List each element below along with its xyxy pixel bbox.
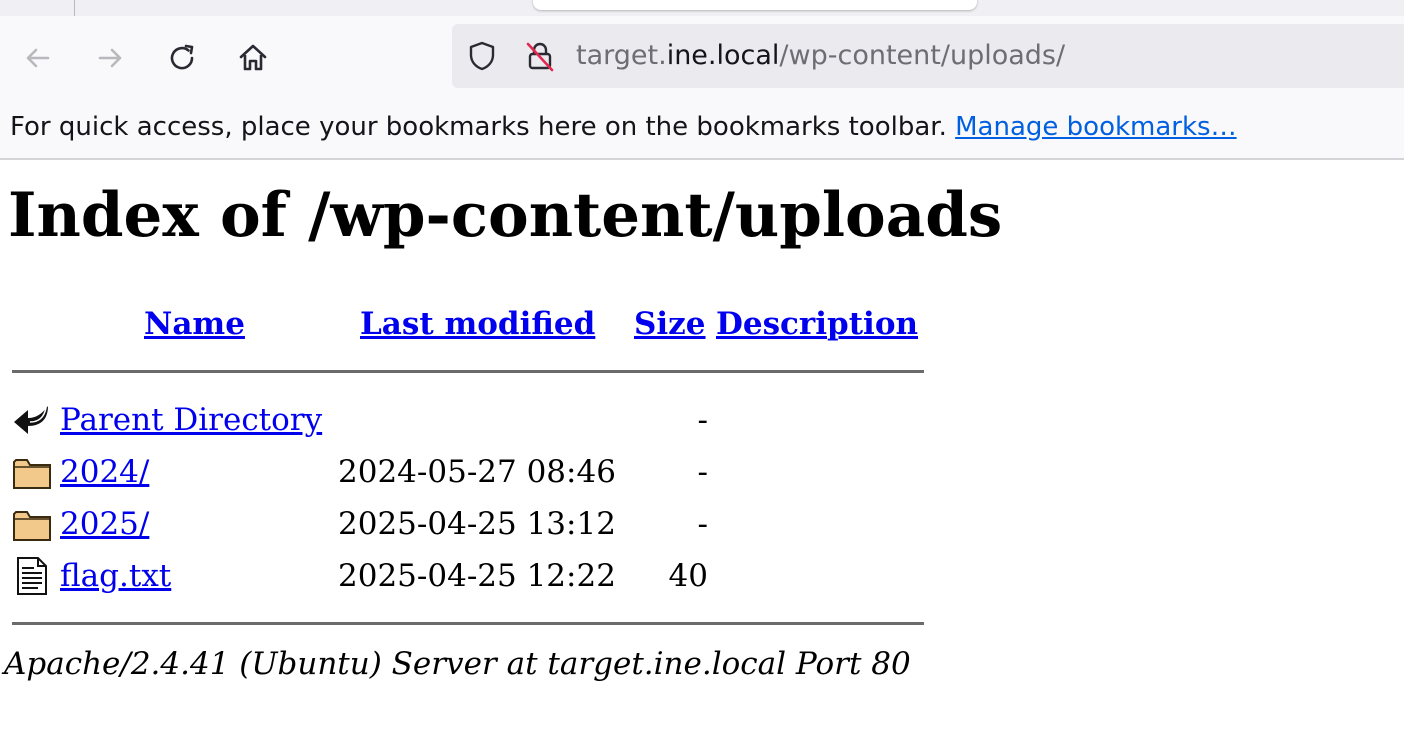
column-header-name[interactable]: Name: [144, 306, 245, 342]
column-header-last-modified[interactable]: Last modified: [360, 306, 595, 342]
manage-bookmarks-link[interactable]: Manage bookmarks…: [955, 112, 1236, 142]
active-tab[interactable]: [533, 0, 977, 10]
column-header-size[interactable]: Size: [634, 306, 706, 342]
back-arrow-icon: [14, 406, 48, 434]
row-size: -: [697, 506, 708, 542]
bookmarks-toolbar-message: For quick access, place your bookmarks h…: [10, 112, 1237, 142]
column-header-description[interactable]: Description: [716, 306, 918, 342]
navigation-toolbar: target.ine.local/wp-content/uploads/: [0, 16, 1404, 102]
arrow-right-icon: [98, 48, 122, 68]
row-modified: 2024-05-27 08:46: [338, 454, 616, 490]
row-name-link[interactable]: Parent Directory: [60, 400, 322, 440]
folder-icon: [13, 459, 51, 489]
url-text[interactable]: target.ine.local/wp-content/uploads/: [576, 38, 1065, 74]
folder-icon: [13, 511, 51, 541]
row-modified: 2025-04-25 13:12: [338, 506, 616, 542]
row-size: -: [697, 402, 708, 438]
url-prefix: target.: [576, 40, 667, 71]
footer-divider: [12, 622, 924, 625]
url-host: ine.local: [666, 40, 780, 71]
back-button[interactable]: [18, 38, 58, 78]
server-signature: Apache/2.4.41 (Ubuntu) Server at target.…: [4, 646, 911, 682]
insecure-lock-icon[interactable]: [524, 40, 556, 72]
home-button[interactable]: [233, 38, 273, 78]
url-path: /wp-content/uploads/: [779, 40, 1066, 71]
text-file-icon: [17, 557, 47, 595]
header-divider: [12, 370, 924, 373]
row-modified: 2025-04-25 12:22: [338, 558, 616, 594]
table-row: 2025/ 2025-04-25 13:12 -: [0, 504, 940, 556]
row-name-link[interactable]: 2024/: [60, 452, 149, 492]
table-row: flag.txt 2025-04-25 12:22 40: [0, 556, 940, 608]
url-bar[interactable]: target.ine.local/wp-content/uploads/: [452, 24, 1404, 88]
page-title: Index of /wp-content/uploads: [8, 180, 1003, 251]
row-name-link[interactable]: 2025/: [60, 504, 149, 544]
bookmarks-toolbar: For quick access, place your bookmarks h…: [0, 102, 1404, 160]
arrow-left-icon: [26, 48, 50, 68]
table-row: Parent Directory -: [0, 400, 940, 452]
tab-strip: [0, 0, 1404, 16]
home-icon: [239, 44, 267, 71]
shield-icon[interactable]: [466, 40, 498, 72]
reload-button[interactable]: [162, 38, 202, 78]
tab-divider: [74, 0, 75, 16]
page-content: Index of /wp-content/uploads Name Last m…: [0, 160, 1404, 738]
forward-button[interactable]: [90, 38, 130, 78]
bookmarks-hint-text: For quick access, place your bookmarks h…: [10, 112, 947, 142]
row-size: 40: [668, 558, 708, 594]
table-row: 2024/ 2024-05-27 08:46 -: [0, 452, 940, 504]
row-size: -: [697, 454, 708, 490]
reload-icon: [170, 44, 194, 70]
row-name-link[interactable]: flag.txt: [60, 556, 171, 596]
